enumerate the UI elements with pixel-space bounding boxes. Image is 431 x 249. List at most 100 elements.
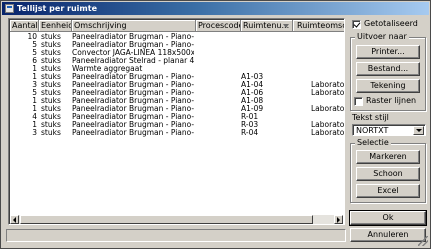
- cell-eenheid: stuks: [41, 129, 61, 137]
- table-row[interactable]: 5 stuks Paneelradiator Brugman - Piano-Uni…: [10, 41, 344, 49]
- cell-ruimtenummer: A1-04: [241, 81, 264, 89]
- resize-grip-icon[interactable]: [418, 236, 428, 246]
- ok-button[interactable]: Ok: [349, 210, 427, 226]
- cell-omschrijving: Paneelradiator Brugman - Piano-Uni-...: [72, 121, 194, 129]
- tekening-button[interactable]: Tekening: [356, 79, 420, 93]
- app-icon: [5, 4, 14, 13]
- cell-ruimteomschrijving: Laboratoria: [311, 89, 345, 97]
- cell-omschrijving: Convector JAGA-LINEA 118x500x1...: [72, 49, 194, 57]
- results-list[interactable]: Aantal Eenheid Omschrijving Procescode R…: [8, 18, 345, 225]
- chevron-down-icon[interactable]: [413, 126, 424, 135]
- list-rows: 10 stuks Paneelradiator Brugman - Piano-Un…: [10, 33, 345, 137]
- annuleren-button[interactable]: Annuleren: [350, 228, 426, 242]
- cell-ruimtenummer: A1-09: [241, 105, 264, 113]
- cell-eenheid: stuks: [41, 105, 61, 113]
- column-header-procescode[interactable]: Procescode: [196, 20, 241, 32]
- cell-ruimtenummer: A1-08: [241, 97, 264, 105]
- cell-aantal: 1: [32, 97, 37, 105]
- table-row[interactable]: 1 stuks Paneelradiator Brugman - Piano-Uni…: [10, 73, 344, 81]
- arrow-left-icon: [13, 217, 16, 223]
- table-row[interactable]: 1 stuks Paneelradiator Brugman - Piano-Uni…: [10, 97, 344, 105]
- cell-aantal: 1: [32, 65, 37, 73]
- table-row[interactable]: 5 stuks Paneelradiator Brugman - Piano-Uni…: [10, 89, 345, 97]
- raster-lijnen-label: Raster lijnen: [366, 96, 417, 105]
- cell-omschrijving: Paneelradiator Brugman - Piano-Uni-...: [72, 129, 194, 137]
- table-row[interactable]: 1 stuks Paneelradiator Brugman - Piano-Uni…: [10, 121, 345, 129]
- cell-eenheid: stuks: [41, 73, 61, 81]
- schoon-button[interactable]: Schoon: [356, 167, 420, 181]
- cell-ruimteomschrijving: Laboratoria: [311, 129, 345, 137]
- cell-aantal: 3: [32, 81, 37, 89]
- sort-descending-icon: [283, 24, 289, 28]
- cell-aantal: 1: [32, 73, 37, 81]
- column-header-eenheid[interactable]: Eenheid: [39, 20, 72, 32]
- window-title: Tellijst per ruimte: [17, 4, 98, 13]
- cell-aantal: 6: [32, 57, 37, 65]
- list-header: Aantal Eenheid Omschrijving Procescode R…: [10, 20, 344, 32]
- cell-aantal: 4: [32, 113, 37, 121]
- cell-aantal: 5: [32, 89, 37, 97]
- arrow-right-icon: [337, 217, 340, 223]
- cell-eenheid: stuks: [41, 41, 61, 49]
- table-row[interactable]: 4 stuks Paneelradiator Brugman - Piano-Uni…: [10, 113, 344, 121]
- uitvoer-group-title: Uitvoer naar: [355, 32, 409, 42]
- column-header-omschrijving[interactable]: Omschrijving: [72, 20, 196, 32]
- cell-ruimteomschrijving: Laboratoria: [311, 81, 345, 89]
- cell-aantal: 1: [32, 121, 37, 129]
- cell-eenheid: stuks: [41, 57, 61, 65]
- cell-omschrijving: Paneelradiator Brugman - Piano-Uni-...: [72, 97, 194, 105]
- cell-aantal: 1: [32, 105, 37, 113]
- scroll-right-button[interactable]: [334, 215, 343, 224]
- tekst-stijl-label: Tekst stijl: [352, 113, 389, 122]
- cell-eenheid: stuks: [41, 89, 61, 97]
- cell-ruimtenummer: A1-06: [241, 89, 264, 97]
- cell-omschrijving: Paneelradiator Stelrad - planar 400x...: [72, 57, 194, 65]
- status-bar: [6, 229, 346, 242]
- scrollbar-thumb[interactable]: [20, 215, 313, 224]
- excel-button[interactable]: Excel: [356, 184, 420, 198]
- cell-ruimtenummer: A1-03: [241, 73, 264, 81]
- cell-omschrijving: Warmte aggregaat: [72, 65, 143, 73]
- column-header-ruimtenummer[interactable]: Ruimtenu...: [241, 20, 293, 32]
- markeren-button[interactable]: Markeren: [356, 150, 420, 164]
- table-row[interactable]: 3 stuks Paneelradiator Brugman - Piano-Uni…: [10, 81, 345, 89]
- column-header-aantal[interactable]: Aantal: [10, 20, 39, 32]
- selectie-group-title: Selectie: [355, 138, 391, 148]
- table-row[interactable]: 3 stuks Paneelradiator Brugman - Piano-Uni…: [10, 129, 345, 137]
- cell-eenheid: stuks: [41, 33, 61, 41]
- title-bar[interactable]: Tellijst per ruimte: [2, 2, 429, 15]
- table-row[interactable]: 1 stuks Paneelradiator Brugman - Piano-Uni…: [10, 105, 344, 113]
- tekst-stijl-select[interactable]: NORTXT: [352, 124, 426, 136]
- table-row[interactable]: 5 stuks Convector JAGA-LINEA 118x500x1...: [10, 49, 344, 57]
- cell-omschrijving: Paneelradiator Brugman - Piano-Uni-...: [72, 113, 194, 121]
- cell-eenheid: stuks: [41, 65, 61, 73]
- cell-omschrijving: Paneelradiator Brugman - Piano-Uni-...: [72, 41, 194, 49]
- table-row[interactable]: 6 stuks Paneelradiator Stelrad - planar 40…: [10, 57, 344, 65]
- table-row[interactable]: 1 stuks Warmte aggregaat: [10, 65, 344, 73]
- cell-eenheid: stuks: [41, 121, 61, 129]
- column-header-ruimteomschrijving[interactable]: Ruimteomschrijv: [293, 20, 344, 32]
- tekst-stijl-value: NORTXT: [356, 126, 389, 135]
- raster-lijnen-checkbox[interactable]: [354, 97, 363, 106]
- cell-eenheid: stuks: [41, 97, 61, 105]
- horizontal-scrollbar[interactable]: [10, 215, 343, 224]
- cell-aantal: 5: [32, 41, 37, 49]
- cell-eenheid: stuks: [41, 81, 61, 89]
- cell-aantal: 5: [32, 49, 37, 57]
- cell-eenheid: stuks: [41, 49, 61, 57]
- cell-omschrijving: Paneelradiator Brugman - Piano-Uni-...: [72, 33, 194, 41]
- cell-ruimtenummer: R-04: [241, 129, 259, 137]
- cell-ruimtenummer: R-01: [241, 113, 259, 121]
- cell-eenheid: stuks: [41, 113, 61, 121]
- cell-ruimtenummer: R-03: [241, 121, 259, 129]
- bestand-button[interactable]: Bestand...: [356, 62, 420, 76]
- cell-aantal: 3: [32, 129, 37, 137]
- cell-omschrijving: Paneelradiator Brugman - Piano-Uni-...: [72, 89, 194, 97]
- getotaliseerd-label: Getotaliseerd: [364, 19, 418, 28]
- cell-ruimteomschrijving: Laboratoria: [311, 121, 345, 129]
- scroll-left-button[interactable]: [10, 215, 19, 224]
- printer-button[interactable]: Printer...: [356, 45, 420, 59]
- getotaliseerd-checkbox[interactable]: [352, 20, 361, 29]
- dialog-window: Tellijst per ruimte Aantal Eenheid Omsch…: [0, 0, 431, 249]
- table-row[interactable]: 10 stuks Paneelradiator Brugman - Piano-Un…: [10, 33, 344, 41]
